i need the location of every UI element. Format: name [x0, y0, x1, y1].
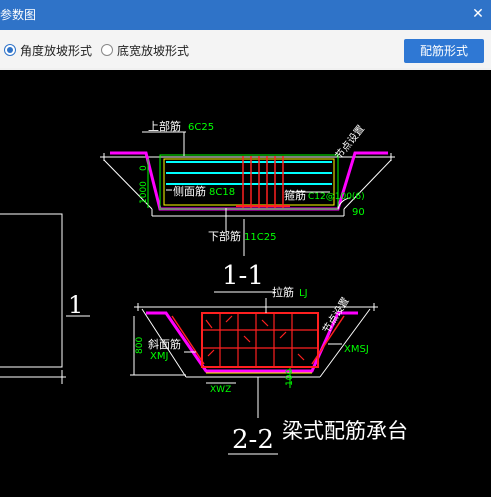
xmsj-label: XMSJ	[344, 344, 369, 355]
stirrup-value: C12@100(6)	[308, 192, 365, 202]
left-view-label: 1	[68, 291, 83, 319]
top-rebar-value: 6C25	[188, 122, 214, 133]
toolbar: 角度放坡形式 底宽放坡形式 配筋形式	[0, 30, 491, 68]
node-setting-label-2: 节点设置	[320, 295, 351, 335]
drawing-svg: 1 上部筋 6C25 侧面筋 8C18 箍筋 C12@100(6) 下部筋 11…	[0, 119, 408, 455]
radio-selected-icon	[4, 44, 16, 56]
dim-left-800: 800	[135, 337, 145, 354]
tie-label: 拉筋	[272, 285, 294, 299]
node-setting-label-1: 节点设置	[333, 123, 367, 162]
radio-unselected-icon	[101, 44, 113, 56]
bottom-rebar-label: 下部筋	[208, 229, 241, 243]
dim-left-top: 0	[139, 165, 149, 171]
radio-width-slope-label: 底宽放坡形式	[117, 43, 190, 58]
top-rebar-label: 上部筋	[148, 119, 181, 133]
stirrup-label: 箍筋	[284, 188, 306, 202]
inclined-rebar-label: 斜面筋	[148, 337, 181, 351]
section-1-title: 1-1	[222, 261, 264, 291]
radio-angle-slope[interactable]: 角度放坡形式	[4, 42, 92, 58]
inclined-rebar-value: XMJ	[150, 351, 168, 362]
tie-value: LJ	[299, 288, 308, 299]
side-rebar-value: 8C18	[209, 187, 235, 198]
window-titlebar: 参数图 ✕	[0, 0, 491, 30]
drawing-caption: 梁式配筋承台	[282, 419, 408, 443]
close-icon[interactable]: ✕	[469, 5, 487, 23]
section-2-title: 2-2	[232, 425, 274, 455]
width-label: XWZ	[210, 385, 231, 395]
dim-left-bottom: 1000	[139, 181, 149, 204]
bottom-rebar-value: 11C25	[244, 232, 276, 243]
side-rebar-label: 侧面筋	[173, 184, 206, 198]
rebar-form-button[interactable]: 配筋形式	[404, 39, 484, 63]
parameter-drawing-canvas: 1 上部筋 6C25 侧面筋 8C18 箍筋 C12@100(6) 下部筋 11…	[0, 70, 491, 497]
radio-width-slope[interactable]: 底宽放坡形式	[101, 42, 189, 58]
radio-angle-slope-label: 角度放坡形式	[20, 43, 93, 58]
dim-mid-100: 100	[285, 369, 295, 386]
angle-label: 90	[352, 207, 365, 218]
window-title: 参数图	[0, 8, 37, 22]
